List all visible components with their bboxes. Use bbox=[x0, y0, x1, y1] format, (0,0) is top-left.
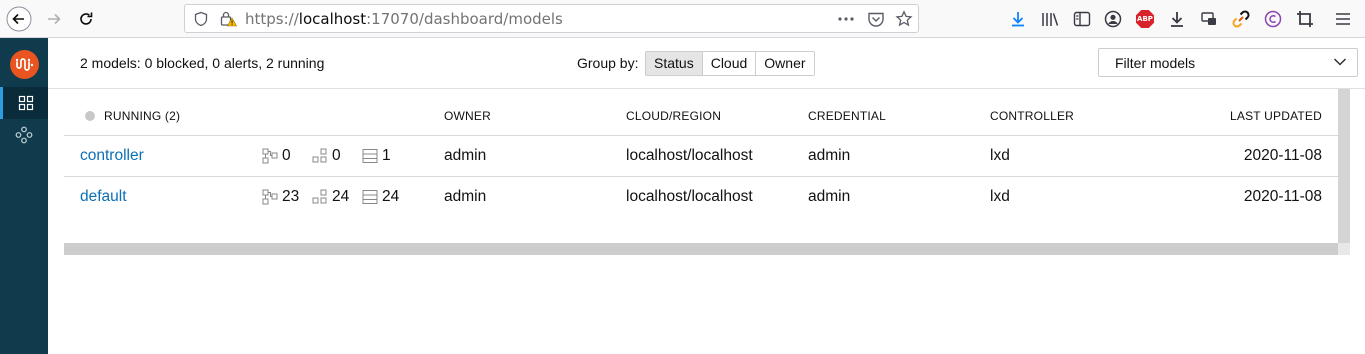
juju-logo-icon bbox=[15, 58, 34, 71]
machines-count-value: 1 bbox=[382, 147, 391, 164]
account-icon bbox=[1104, 10, 1122, 28]
owner-cell: admin bbox=[444, 147, 487, 164]
nav-controllers[interactable] bbox=[0, 119, 48, 151]
sidebar-toggle-button[interactable] bbox=[1072, 9, 1092, 29]
column-header-last-updated: LAST UPDATED bbox=[1230, 109, 1322, 123]
models-grid-icon bbox=[18, 95, 33, 111]
controller-cell: lxd bbox=[990, 188, 1010, 205]
juju-logo[interactable] bbox=[10, 50, 39, 79]
download-icon bbox=[1012, 12, 1024, 27]
table-row: controller 0 0 1 admin localhost/localho… bbox=[64, 136, 1338, 177]
extension-monitor-button[interactable] bbox=[1199, 9, 1219, 29]
monitor-icon bbox=[1201, 12, 1216, 25]
menu-button[interactable] bbox=[1333, 9, 1353, 29]
cloud-region-cell: localhost/localhost bbox=[626, 147, 753, 164]
forward-arrow-icon bbox=[48, 13, 61, 25]
url-text[interactable]: https://localhost:17070/dashboard/models bbox=[245, 10, 563, 28]
page-actions-icon[interactable] bbox=[837, 16, 855, 22]
column-header-controller: CONTROLLER bbox=[990, 109, 1075, 123]
applications-count-value: 0 bbox=[282, 147, 291, 164]
units-icon bbox=[312, 148, 327, 163]
controllers-icon bbox=[15, 126, 33, 144]
model-link-default[interactable]: default bbox=[80, 188, 127, 206]
column-header-cloud: CLOUD/REGION bbox=[626, 109, 722, 123]
cloud-region-cell: localhost/localhost bbox=[626, 188, 753, 205]
extension-copyright-button[interactable] bbox=[1263, 9, 1283, 29]
horizontal-scrollbar[interactable] bbox=[64, 243, 1338, 255]
filter-models-label: Filter models bbox=[1115, 55, 1196, 71]
app-sidebar bbox=[0, 38, 48, 354]
downloads-button[interactable] bbox=[1008, 9, 1028, 29]
units-count-value: 0 bbox=[332, 147, 341, 164]
browser-toolbar: https://localhost:17070/dashboard/models bbox=[0, 0, 1365, 38]
insecure-warning-icon[interactable] bbox=[220, 11, 237, 27]
machines-icon bbox=[362, 190, 378, 204]
url-bar[interactable]: https://localhost:17070/dashboard/models bbox=[184, 4, 919, 33]
applications-icon bbox=[262, 189, 278, 205]
group-by-owner-button[interactable]: Owner bbox=[756, 52, 814, 75]
bookmark-star-icon[interactable] bbox=[895, 10, 913, 28]
models-header: 2 models: 0 blocked, 0 alerts, 2 running… bbox=[48, 38, 1365, 89]
units-count-value: 24 bbox=[332, 188, 350, 205]
nav-models[interactable] bbox=[0, 87, 48, 119]
hamburger-menu-icon bbox=[1336, 13, 1350, 25]
credential-cell: admin bbox=[808, 188, 851, 205]
screenshot-button[interactable] bbox=[1295, 9, 1315, 29]
last-updated-cell: 2020-11-08 bbox=[1243, 188, 1322, 205]
controller-cell: lxd bbox=[990, 147, 1010, 164]
machines-count: 24 bbox=[362, 188, 399, 206]
applications-count-value: 23 bbox=[282, 188, 300, 205]
crop-icon bbox=[1297, 11, 1313, 27]
column-header-status: RUNNING (2) bbox=[104, 109, 181, 123]
reload-button[interactable] bbox=[72, 5, 100, 33]
status-indicator bbox=[85, 111, 95, 121]
models-table: RUNNING (2) OWNER CLOUD/REGION CREDENTIA… bbox=[64, 96, 1338, 256]
group-by-toggle: Status Cloud Owner bbox=[645, 51, 815, 76]
table-header-row: RUNNING (2) OWNER CLOUD/REGION CREDENTIA… bbox=[64, 96, 1338, 136]
filter-models-dropdown[interactable]: Filter models bbox=[1098, 48, 1358, 77]
extension-link-button[interactable] bbox=[1231, 9, 1251, 29]
url-path: :17070/dashboard/models bbox=[366, 10, 563, 28]
table-row: default 23 24 24 admin localhost/localho… bbox=[64, 177, 1338, 218]
owner-cell: admin bbox=[444, 188, 487, 205]
model-link-controller[interactable]: controller bbox=[80, 147, 144, 165]
column-header-owner: OWNER bbox=[444, 109, 491, 123]
back-arrow-icon bbox=[6, 6, 32, 32]
back-button[interactable] bbox=[5, 5, 33, 33]
pocket-icon[interactable] bbox=[867, 11, 885, 28]
library-button[interactable] bbox=[1040, 9, 1060, 29]
download-arrow-icon bbox=[1171, 12, 1183, 27]
units-icon bbox=[312, 189, 327, 204]
chain-link-icon bbox=[1232, 10, 1250, 28]
group-by-status-button[interactable]: Status bbox=[646, 52, 703, 75]
applications-icon bbox=[262, 148, 278, 164]
credential-cell: admin bbox=[808, 147, 851, 164]
forward-button[interactable] bbox=[40, 5, 68, 33]
applications-count: 23 bbox=[262, 188, 299, 206]
reload-icon bbox=[80, 12, 93, 25]
chevron-down-icon bbox=[1333, 58, 1347, 66]
last-updated-cell: 2020-11-08 bbox=[1243, 147, 1322, 164]
url-host: localhost bbox=[298, 10, 367, 28]
units-count: 0 bbox=[312, 147, 341, 165]
column-header-credential: CREDENTIAL bbox=[808, 109, 887, 123]
copyright-icon bbox=[1264, 10, 1282, 28]
adblock-label: ABP bbox=[1137, 15, 1153, 23]
machines-count: 1 bbox=[362, 147, 391, 165]
sidebar-panel-icon bbox=[1073, 11, 1091, 27]
adblock-button[interactable]: ABP bbox=[1135, 9, 1155, 29]
group-by-cloud-button[interactable]: Cloud bbox=[702, 52, 757, 75]
account-button[interactable] bbox=[1103, 9, 1123, 29]
url-scheme: https:// bbox=[245, 10, 299, 28]
models-summary: 2 models: 0 blocked, 0 alerts, 2 running bbox=[80, 55, 325, 71]
machines-icon bbox=[362, 149, 378, 163]
machines-count-value: 24 bbox=[382, 188, 400, 205]
vertical-scrollbar-thumb[interactable] bbox=[1338, 89, 1350, 243]
library-icon bbox=[1042, 13, 1059, 26]
extension-download-button[interactable] bbox=[1167, 9, 1187, 29]
tracking-shield-icon[interactable] bbox=[193, 11, 209, 27]
applications-count: 0 bbox=[262, 147, 291, 165]
units-count: 24 bbox=[312, 188, 349, 206]
group-by-label: Group by: bbox=[577, 55, 639, 71]
